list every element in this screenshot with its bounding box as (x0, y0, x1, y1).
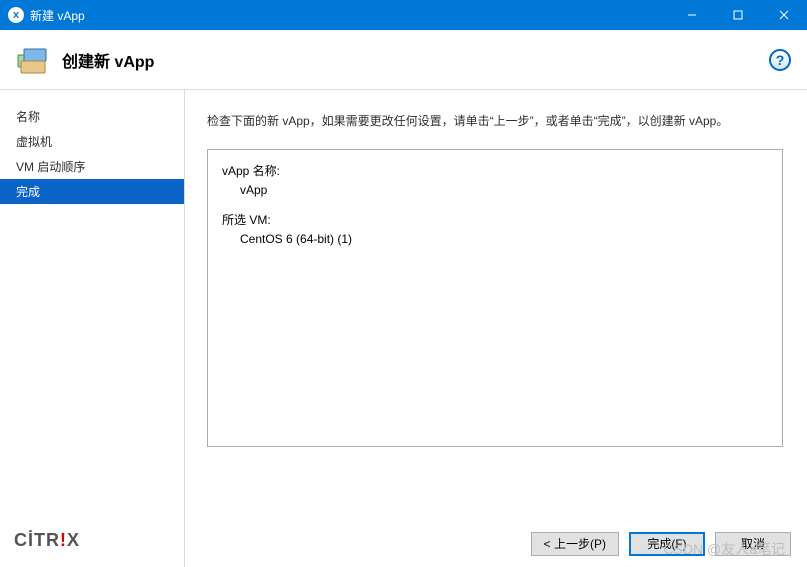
previous-button[interactable]: < 上一步(P) (531, 532, 619, 556)
body: 名称 虚拟机 VM 启动顺序 完成 CİTR!X 检查下面的新 vApp，如果需… (0, 90, 807, 567)
minimize-button[interactable] (669, 0, 715, 30)
citrix-logo: CİTR!X (0, 530, 184, 567)
wizard-header: 创建新 vApp ? (0, 30, 807, 90)
header-left: 创建新 vApp (16, 45, 154, 75)
summary-box: vApp 名称: vApp 所选 VM: CentOS 6 (64-bit) (… (207, 149, 783, 447)
wizard-main: 检查下面的新 vApp，如果需要更改任何设置，请单击“上一步”，或者单击“完成”… (185, 90, 807, 567)
step-finish[interactable]: 完成 (0, 179, 184, 204)
step-name[interactable]: 名称 (0, 104, 184, 129)
vapp-name-value: vApp (240, 183, 768, 197)
titlebar-controls (669, 0, 807, 30)
titlebar-left: x 新建 vApp (8, 7, 85, 24)
vapp-name-label: vApp 名称: (222, 162, 768, 179)
close-button[interactable] (761, 0, 807, 30)
selected-vm-value: CentOS 6 (64-bit) (1) (240, 232, 768, 246)
wizard-steps: 名称 虚拟机 VM 启动顺序 完成 (0, 104, 184, 204)
app-icon: x (8, 7, 24, 23)
selected-vm-label: 所选 VM: (222, 211, 768, 228)
window-titlebar: x 新建 vApp (0, 0, 807, 30)
window-title: 新建 vApp (30, 7, 85, 24)
maximize-button[interactable] (715, 0, 761, 30)
intro-text: 检查下面的新 vApp，如果需要更改任何设置，请单击“上一步”，或者单击“完成”… (207, 112, 783, 129)
help-icon[interactable]: ? (769, 49, 791, 71)
wizard-content: 检查下面的新 vApp，如果需要更改任何设置，请单击“上一步”，或者单击“完成”… (185, 90, 807, 519)
step-virtual-machines[interactable]: 虚拟机 (0, 129, 184, 154)
vapp-icon (16, 45, 50, 75)
watermark: CSDN @友人a笔记 (663, 539, 785, 559)
page-title: 创建新 vApp (62, 48, 154, 72)
wizard-sidebar: 名称 虚拟机 VM 启动顺序 完成 CİTR!X (0, 90, 185, 567)
step-vm-start-sequence[interactable]: VM 启动顺序 (0, 154, 184, 179)
